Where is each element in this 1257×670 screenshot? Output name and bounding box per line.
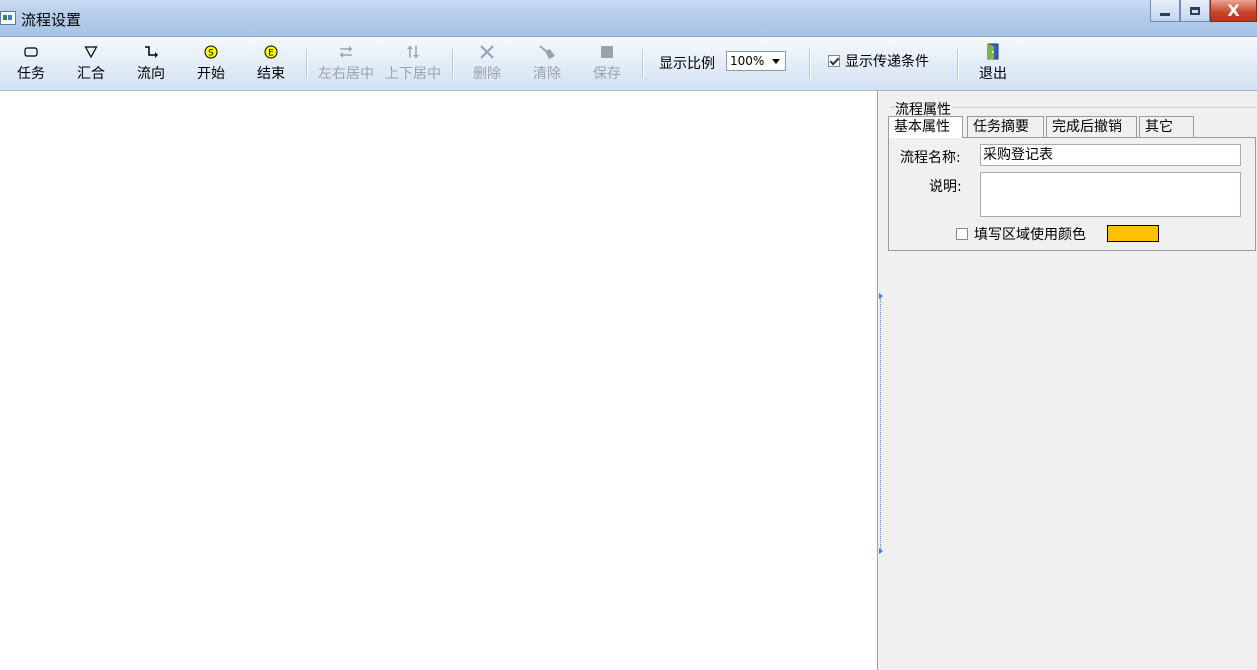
add-start-label: 开始 [197, 66, 225, 82]
description-textarea[interactable] [980, 172, 1241, 217]
maximize-icon [1190, 6, 1200, 15]
toolbar-separator [306, 49, 308, 79]
start-circle-icon: S [204, 43, 218, 61]
clear-button[interactable]: 清除 [517, 37, 577, 90]
toolbar-separator [642, 49, 644, 79]
dropdown-arrow-icon [772, 59, 780, 64]
zoom-select[interactable]: 100% [726, 51, 786, 71]
center-vertical-icon [405, 43, 421, 61]
app-icon [0, 11, 16, 25]
title-bar: 流程设置 X [0, 0, 1257, 37]
end-circle-icon: E [264, 43, 278, 61]
minimize-icon [1160, 13, 1170, 16]
panel-splitter[interactable] [877, 91, 886, 670]
add-end-button[interactable]: E 结束 [241, 37, 301, 90]
basic-tab-panel: 流程名称: 采购登记表 说明: 填写区域使用颜色 [888, 137, 1256, 251]
tab-other[interactable]: 其它 [1139, 116, 1194, 137]
add-start-button[interactable]: S 开始 [181, 37, 241, 90]
end-badge-text: E [268, 49, 274, 59]
exit-button[interactable]: 退出 [963, 37, 1023, 90]
close-icon: X [1227, 1, 1240, 20]
add-end-label: 结束 [257, 66, 285, 82]
save-icon [600, 43, 614, 61]
flow-arrow-icon [143, 43, 159, 61]
toolbar: 任务 汇合 流向 S 开始 E 结束 左右居中 上下居中 删除 清除 保存 显示… [0, 37, 1257, 91]
center-vertical-label: 上下居中 [385, 66, 441, 82]
description-label: 说明: [929, 179, 962, 195]
window-controls: X [1150, 0, 1257, 22]
flow-name-input[interactable]: 采购登记表 [980, 144, 1241, 166]
fill-color-label: 填写区域使用颜色 [974, 227, 1086, 243]
delete-x-icon [479, 43, 495, 61]
flow-canvas[interactable] [0, 91, 877, 670]
center-vertical-button[interactable]: 上下居中 [382, 37, 444, 90]
exit-door-icon [985, 43, 1001, 61]
toolbar-separator [957, 49, 959, 79]
properties-panel: 流程属性 基本属性 任务摘要 完成后撤销 其它 流程名称: 采购登记表 说明: … [886, 91, 1257, 670]
fill-color-toggle[interactable]: 填写区域使用颜色 [956, 224, 1086, 244]
merge-triangle-icon [84, 43, 98, 61]
tab-task-summary[interactable]: 任务摘要 [967, 116, 1044, 137]
broom-icon [538, 43, 556, 61]
clear-label: 清除 [533, 66, 561, 82]
add-merge-button[interactable]: 汇合 [61, 37, 121, 90]
show-conditions-label: 显示传递条件 [845, 54, 929, 70]
toolbar-separator [809, 49, 811, 79]
delete-label: 删除 [473, 66, 501, 82]
splitter-grip [880, 295, 883, 553]
minimize-button[interactable] [1150, 0, 1180, 22]
fill-color-checkbox[interactable] [956, 228, 968, 240]
show-conditions-toggle[interactable]: 显示传递条件 [828, 51, 929, 71]
save-label: 保存 [593, 66, 621, 82]
fill-color-swatch[interactable] [1107, 225, 1159, 242]
start-badge-text: S [208, 49, 214, 59]
add-merge-label: 汇合 [77, 66, 105, 82]
show-conditions-checkbox[interactable] [828, 55, 840, 67]
save-button[interactable]: 保存 [577, 37, 637, 90]
delete-button[interactable]: 删除 [457, 37, 517, 90]
zoom-value: 100% [730, 54, 765, 68]
task-rect-icon [24, 43, 38, 61]
name-label: 流程名称: [900, 150, 961, 166]
close-button[interactable]: X [1210, 0, 1257, 22]
exit-label: 退出 [979, 66, 1007, 82]
add-task-button[interactable]: 任务 [1, 37, 61, 90]
splitter-arrow-icon [879, 548, 883, 554]
add-flow-label: 流向 [137, 66, 165, 82]
add-flow-button[interactable]: 流向 [121, 37, 181, 90]
toolbar-separator [452, 49, 454, 79]
center-horizontal-label: 左右居中 [318, 66, 374, 82]
center-horizontal-button[interactable]: 左右居中 [315, 37, 377, 90]
maximize-button[interactable] [1180, 0, 1210, 22]
window-title: 流程设置 [21, 11, 82, 29]
center-horizontal-icon [338, 43, 354, 61]
zoom-label: 显示比例 [659, 56, 715, 72]
add-task-label: 任务 [17, 66, 45, 82]
tab-basic[interactable]: 基本属性 [888, 116, 963, 138]
tab-undo-after-complete[interactable]: 完成后撤销 [1046, 116, 1137, 137]
